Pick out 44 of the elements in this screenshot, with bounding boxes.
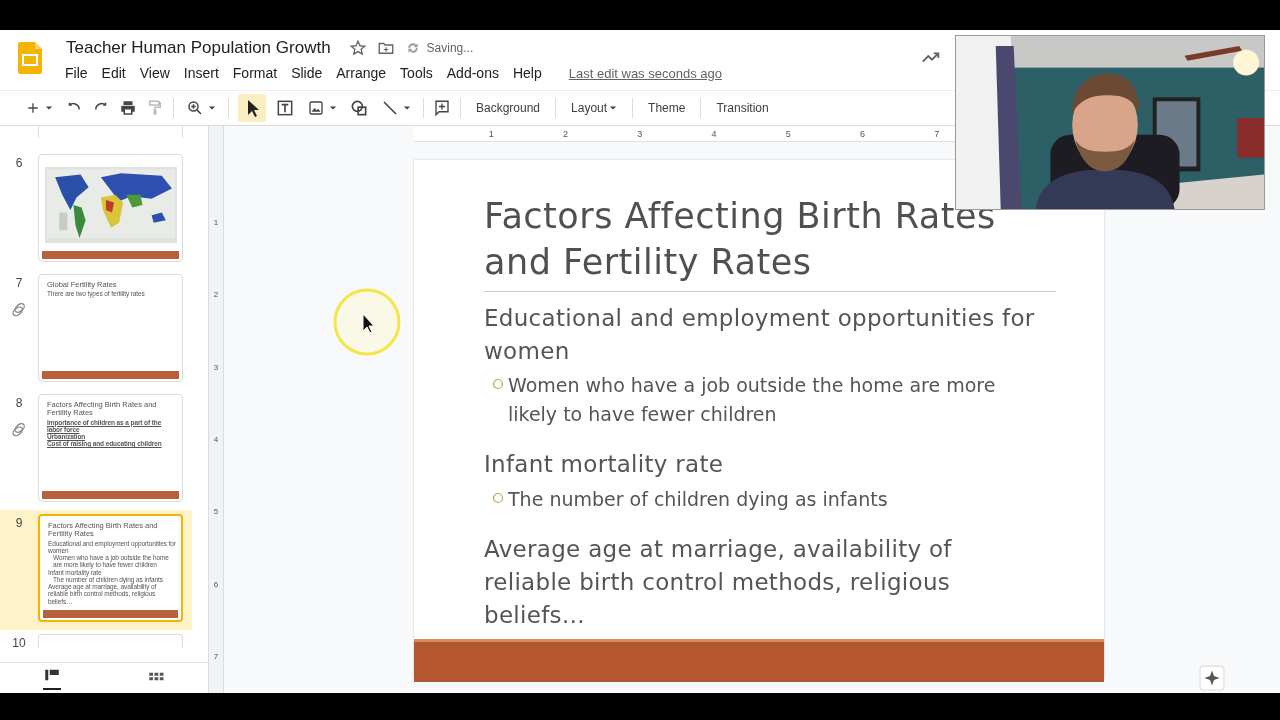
toolbar-button[interactable]: Background [470, 97, 547, 119]
toolbar-button[interactable]: Theme [642, 97, 692, 119]
menu-item[interactable]: View [132, 62, 177, 84]
slide-text: Infant mortality rate [484, 450, 725, 480]
ruler-number: 2 [562, 128, 568, 139]
menu-item[interactable]: Add-ons [439, 62, 506, 84]
slide-text: Average age at marriage, availability of reliable birth control methods, religious beliefs… [484, 535, 953, 630]
menu-item[interactable]: Insert [176, 62, 226, 84]
ruler-number: 5 [213, 507, 219, 517]
document-title[interactable]: Teacher Human Population Growth [66, 38, 331, 58]
slide-row[interactable]: 6 [0, 150, 192, 270]
menu-item[interactable]: Slide [284, 62, 330, 84]
last-edit-link[interactable]: Last edit was seconds ago [568, 65, 722, 81]
layout-dropdown[interactable]: Layout [565, 97, 624, 119]
ruler-number: 6 [213, 579, 219, 589]
ruler-number: 5 [785, 128, 791, 139]
menu-item[interactable]: Help [505, 62, 549, 84]
slide-title: Factors Affecting Birth Rates and Fertility Rates [484, 195, 997, 284]
slide-number: 10 [12, 636, 26, 650]
slide-row[interactable]: 10 [0, 630, 192, 658]
ruler-number: 1 [213, 217, 219, 227]
ruler-number: 4 [213, 434, 219, 444]
slide-number: 7 [15, 276, 23, 290]
save-status: Saving... [426, 41, 474, 55]
toolbar-button[interactable]: Transition [710, 97, 775, 119]
slide-text: The number of children dying as infants [508, 486, 888, 512]
ruler-number: 6 [860, 128, 866, 139]
menu-item[interactable]: File [58, 62, 95, 84]
ruler-number: 4 [711, 128, 717, 139]
menu-item[interactable]: Format [225, 62, 285, 84]
menu-item[interactable]: Tools [393, 62, 440, 84]
menu-item[interactable]: Edit [94, 62, 133, 84]
ruler-number: 7 [213, 652, 219, 662]
slide-number: 8 [15, 396, 23, 410]
slide-number: 9 [15, 516, 23, 530]
slide-text: Educational and employment opportunities for women [484, 304, 1036, 366]
ruler-number: 1 [488, 128, 494, 139]
ruler-number: 3 [213, 362, 219, 372]
ruler-number: 2 [213, 290, 219, 300]
ruler-number: 7 [934, 128, 940, 139]
ruler-number: 3 [637, 128, 643, 139]
menu-item[interactable]: Arrange [329, 62, 394, 84]
slide-number: 6 [15, 156, 23, 170]
slide-text: Women who have a job outside the home are more likely to have fewer children [508, 373, 997, 427]
